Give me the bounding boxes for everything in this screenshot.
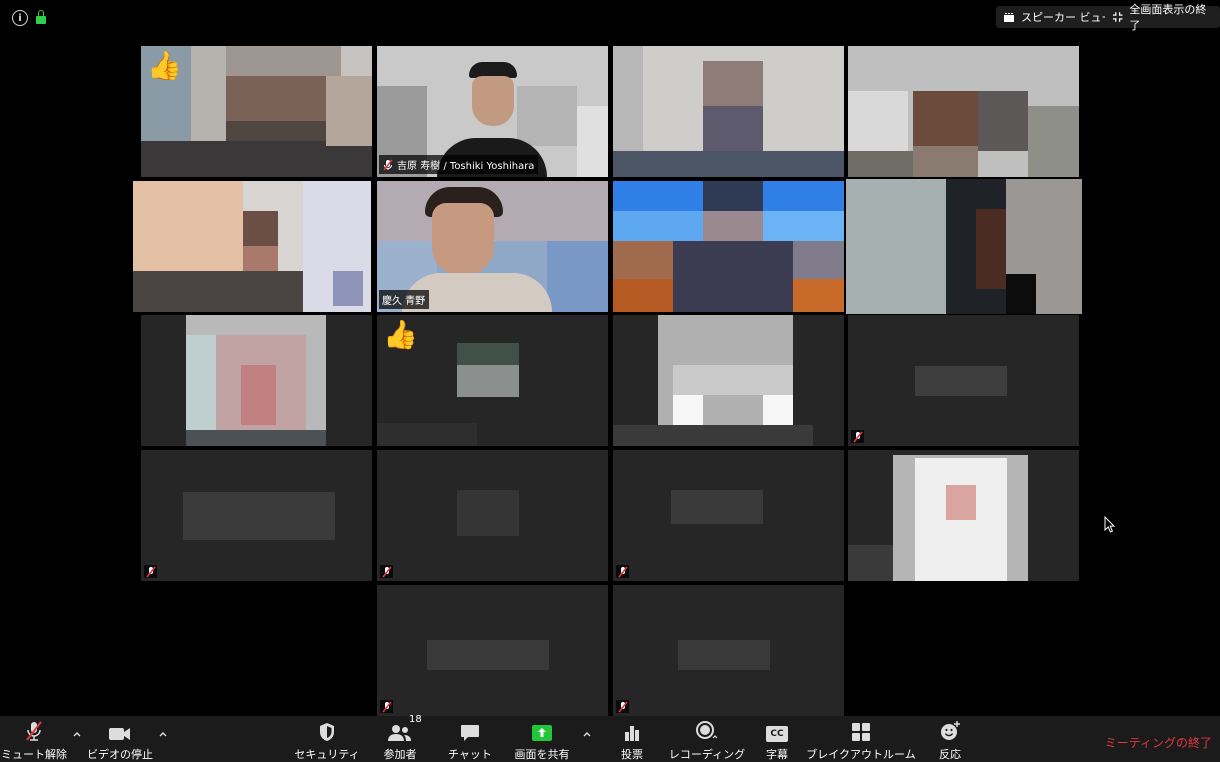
unmute-label: ミュート解除 [1,748,67,761]
participant-video-tile[interactable] [848,450,1079,581]
chat-label: チャット [448,748,492,761]
muted-mic-icon [145,566,156,577]
participant-video-tile[interactable]: 👍 [141,46,372,177]
share-options-caret-icon[interactable] [582,729,592,739]
participant-video-tile[interactable] [613,46,844,177]
participant-video-tile[interactable]: 👍 [377,315,608,446]
exit-fullscreen-label: 全画面表示の終了 [1129,3,1207,32]
poll-label: 投票 [621,748,643,761]
poll-chart-icon [625,726,639,741]
end-meeting-button[interactable]: ミーティングの終了 [1105,734,1212,751]
chat-bubble-icon [461,725,479,741]
closed-captions-icon: CC [766,726,788,742]
participant-video-tile[interactable] [377,585,608,716]
unmute-button[interactable]: ミュート解除 [1,716,67,762]
share-screen-icon [532,725,552,741]
participants-label: 参加者 [383,748,417,761]
reactions-button[interactable]: 反応 [932,716,968,762]
record-button[interactable]: レコーディング [668,716,746,762]
muted-indicator [851,430,864,443]
stop-video-label: ビデオの停止 [87,748,153,761]
participant-name-label: 吉原 寿樹 / Toshiki Yoshihara [379,155,539,174]
muted-indicator [144,565,157,578]
smiley-add-icon [941,721,960,740]
lock-icon[interactable] [36,10,46,24]
speaker-view-label: スピーカー ビュー [1021,11,1113,24]
meeting-status-icons: i [12,10,46,26]
muted-indicator [380,700,393,713]
participant-video-tile[interactable]: 吉原 寿樹 / Toshiki Yoshihara [377,46,608,177]
participant-video-tile[interactable] [613,315,844,446]
participants-button[interactable]: 18 参加者 [380,714,422,762]
breakout-rooms-button[interactable]: ブレイクアウトルーム [806,716,916,762]
participant-video-tile[interactable] [848,315,1079,446]
chat-button[interactable]: チャット [446,716,494,762]
security-label: セキュリティ [294,748,360,761]
participant-name: 慶久 青野 [382,296,426,307]
participant-video-tile[interactable] [613,450,844,581]
participant-video-tile[interactable] [613,181,844,312]
share-screen-label: 画面を共有 [514,748,570,761]
security-button[interactable]: セキュリティ [294,716,360,762]
mouse-cursor-icon [1104,516,1116,533]
record-label: レコーディング [668,748,746,761]
captions-label: 字幕 [766,748,788,761]
muted-mic-icon [383,159,393,170]
muted-indicator [616,700,629,713]
speaker-view-icon [1004,12,1014,22]
shield-icon [320,723,334,741]
muted-mic-icon [381,566,392,577]
participants-count-badge: 18 [409,714,422,725]
participant-name-label: 慶久 青野 [379,290,430,309]
stop-video-button[interactable]: ビデオの停止 [87,716,153,762]
info-icon[interactable]: i [12,10,28,26]
participants-icon [388,725,411,741]
muted-mic-icon [617,566,628,577]
participant-video-tile[interactable] [848,46,1079,177]
audio-options-caret-icon[interactable] [72,729,82,739]
reactions-label: 反応 [939,748,961,761]
muted-mic-icon [26,721,42,741]
muted-mic-icon [381,701,392,712]
participant-video-tile[interactable] [613,585,844,716]
participant-name: 吉原 寿樹 / Toshiki Yoshihara [397,161,535,172]
muted-indicator [380,565,393,578]
participant-video-tile[interactable] [141,450,372,581]
active-speaker-video-tile[interactable] [846,179,1082,314]
video-options-caret-icon[interactable] [158,729,168,739]
poll-button[interactable]: 投票 [614,716,650,762]
share-screen-button[interactable]: 画面を共有 [512,716,572,762]
captions-button[interactable]: CC 字幕 [760,716,794,762]
breakout-rooms-label: ブレイクアウトルーム [806,748,916,761]
thumbs-up-reaction: 👍 [383,318,418,351]
thumbs-up-reaction: 👍 [147,49,182,82]
record-icon [696,721,718,739]
meeting-toolbar: ミュート解除 ビデオの停止 セキュリティ 18 参加者 チャット 画面を共有 投… [0,714,1220,762]
exit-fullscreen-icon [1112,12,1123,22]
participant-video-tile[interactable] [377,450,608,581]
muted-mic-icon [852,431,863,442]
muted-mic-icon [617,701,628,712]
participant-video-tile[interactable] [141,315,372,446]
speaker-view-button[interactable]: スピーカー ビュー [996,6,1120,28]
participant-video-tile[interactable]: 慶久 青野 [377,181,608,312]
exit-fullscreen-button[interactable]: 全画面表示の終了 [1105,3,1220,32]
participant-video-tile[interactable] [133,181,371,312]
breakout-rooms-icon [852,723,870,741]
video-camera-icon [109,728,130,740]
muted-indicator [616,565,629,578]
